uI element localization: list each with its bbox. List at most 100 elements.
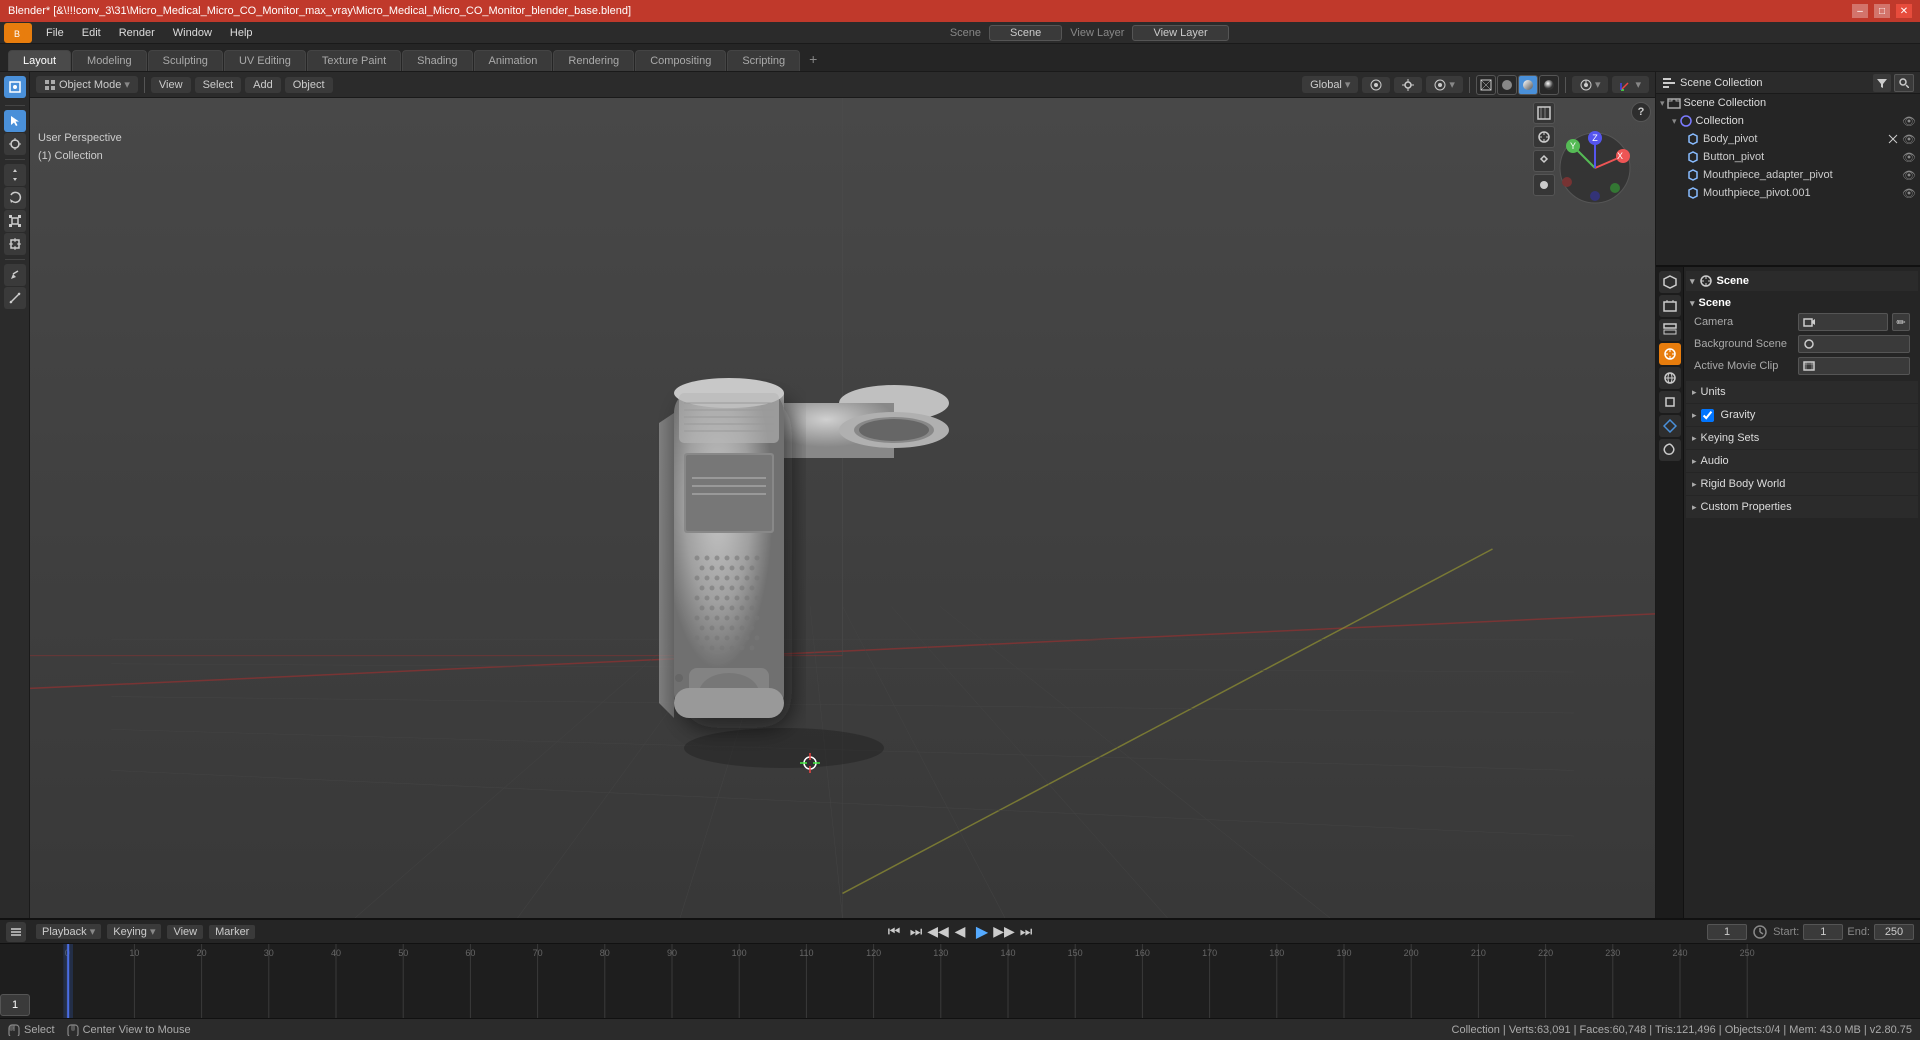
measure-tool-btn[interactable] <box>4 287 26 309</box>
modifier-props-tab[interactable] <box>1659 415 1681 437</box>
minimize-button[interactable]: – <box>1852 4 1868 18</box>
vp-tool-4[interactable] <box>1533 174 1555 196</box>
scale-tool-btn[interactable] <box>4 210 26 232</box>
close-button[interactable]: ✕ <box>1896 4 1912 18</box>
current-frame-input[interactable]: 1 <box>1707 924 1747 940</box>
view-layer-selector[interactable]: View Layer <box>1132 25 1228 41</box>
menu-render[interactable]: Render <box>111 25 163 41</box>
output-props-tab[interactable] <box>1659 295 1681 317</box>
step-forward-btn[interactable]: ▶▶ <box>994 923 1014 941</box>
tab-modeling[interactable]: Modeling <box>72 50 147 71</box>
rendered-shade-btn[interactable] <box>1539 75 1559 95</box>
vp-menu-view[interactable]: View <box>151 77 191 93</box>
go-to-end-btn[interactable]: ⏭ <box>1016 923 1036 941</box>
timeline-menu-btn[interactable] <box>6 922 26 942</box>
keying-menu[interactable]: Keying ▾ <box>107 924 161 939</box>
play-pause-btn[interactable]: ▶ <box>972 923 992 941</box>
vp-menu-object[interactable]: Object <box>285 77 333 93</box>
gizmos-btn[interactable]: ▾ <box>1612 76 1649 93</box>
rigid-body-world-section-header[interactable]: ▸ Rigid Body World <box>1686 473 1918 495</box>
collection-visibility-icon[interactable]: 👁 <box>1902 115 1916 128</box>
timeline-current-frame[interactable]: 1 <box>0 994 30 1016</box>
jump-back-btn[interactable]: ◀◀ <box>928 923 948 941</box>
vp-tool-3[interactable] <box>1533 150 1555 172</box>
playback-menu[interactable]: Playback ▾ <box>36 924 101 939</box>
camera-edit-btn[interactable]: ✏ <box>1892 313 1910 331</box>
vp-tool-2[interactable] <box>1533 126 1555 148</box>
menu-help[interactable]: Help <box>222 25 261 41</box>
pivot-btn[interactable] <box>1362 77 1390 93</box>
maximize-button[interactable]: □ <box>1874 4 1890 18</box>
object-mode-selector[interactable]: Object Mode ▾ <box>36 76 138 93</box>
vp-tool-1[interactable] <box>1533 102 1555 124</box>
timeline-ruler[interactable]: 0 10 20 30 40 50 60 70 80 90 1 <box>0 944 1920 1018</box>
wireframe-shade-btn[interactable] <box>1476 75 1496 95</box>
select-tool-btn[interactable] <box>4 110 26 132</box>
proportional-btn[interactable]: ▾ <box>1426 76 1463 93</box>
tab-layout[interactable]: Layout <box>8 50 71 71</box>
tab-scripting[interactable]: Scripting <box>727 50 800 71</box>
view-layer-props-tab[interactable] <box>1659 319 1681 341</box>
active-movie-clip-selector[interactable] <box>1798 357 1910 375</box>
help-button[interactable]: ? <box>1631 102 1651 122</box>
vp-menu-select[interactable]: Select <box>195 77 242 93</box>
marker-menu[interactable]: Marker <box>209 925 255 939</box>
viewport-canvas[interactable]: User Perspective (1) Collection X <box>30 98 1655 918</box>
physics-props-tab[interactable] <box>1659 439 1681 461</box>
outliner-item-body-pivot[interactable]: Body_pivot 👁 <box>1656 130 1920 148</box>
tab-texture-paint[interactable]: Texture Paint <box>307 50 401 71</box>
mode-icon[interactable] <box>4 76 26 98</box>
scene-selector[interactable]: Scene <box>989 25 1062 41</box>
view-menu[interactable]: View <box>167 925 203 939</box>
scene-props-tab[interactable] <box>1659 343 1681 365</box>
gravity-checkbox[interactable] <box>1701 409 1714 422</box>
move-tool-btn[interactable] <box>4 164 26 186</box>
outliner-filter-btn[interactable] <box>1873 74 1891 92</box>
tab-compositing[interactable]: Compositing <box>635 50 726 71</box>
gravity-section-header[interactable]: ▸ Gravity <box>1686 404 1918 426</box>
outliner-item-mouthpiece-pivot[interactable]: Mouthpiece_pivot.001 👁 <box>1656 184 1920 202</box>
object-props-tab[interactable] <box>1659 391 1681 413</box>
menu-edit[interactable]: Edit <box>74 25 109 41</box>
mouthpiece-pivot-vis-icon[interactable]: 👁 <box>1902 187 1916 200</box>
menu-file[interactable]: File <box>38 25 72 41</box>
tab-sculpting[interactable]: Sculpting <box>148 50 223 71</box>
blender-logo[interactable]: B <box>4 23 32 43</box>
go-to-start-btn[interactable]: ⏮ <box>884 923 904 941</box>
tab-animation[interactable]: Animation <box>474 50 553 71</box>
mouthpiece-adapter-vis-icon[interactable]: 👁 <box>1902 169 1916 182</box>
custom-properties-section-header[interactable]: ▸ Custom Properties <box>1686 496 1918 518</box>
annotate-tool-btn[interactable] <box>4 264 26 286</box>
cursor-tool-btn[interactable] <box>4 133 26 155</box>
outliner-item-scene-collection[interactable]: ▾ Scene Collection <box>1656 94 1920 112</box>
add-workspace-button[interactable]: + <box>801 47 825 71</box>
outliner-search-btn[interactable] <box>1894 74 1914 92</box>
overlays-btn[interactable]: ▾ <box>1572 76 1609 93</box>
rotate-tool-btn[interactable] <box>4 187 26 209</box>
units-section-header[interactable]: ▸ Units <box>1686 381 1918 403</box>
lookdev-shade-btn[interactable] <box>1518 75 1538 95</box>
outliner-item-collection[interactable]: ▾ Collection 👁 <box>1656 112 1920 130</box>
clock-icon[interactable] <box>1751 923 1769 941</box>
step-back-btn[interactable]: ⏭ <box>906 923 926 941</box>
nav-gizmo[interactable]: X Y Z <box>1555 128 1635 208</box>
tab-uv-editing[interactable]: UV Editing <box>224 50 306 71</box>
scene-section-header[interactable]: ▾ Scene <box>1686 271 1918 291</box>
menu-window[interactable]: Window <box>165 25 220 41</box>
world-props-tab[interactable] <box>1659 367 1681 389</box>
background-scene-selector[interactable] <box>1798 335 1910 353</box>
body-pivot-vis-icon[interactable]: 👁 <box>1902 133 1916 146</box>
start-frame-input[interactable]: 1 <box>1803 924 1843 940</box>
global-selector[interactable]: Global ▾ <box>1302 76 1358 93</box>
end-frame-input[interactable]: 250 <box>1874 924 1914 940</box>
solid-shade-btn[interactable] <box>1497 75 1517 95</box>
scene-sub-header[interactable]: ▾ Scene <box>1690 295 1914 311</box>
snap-btn[interactable] <box>1394 77 1422 93</box>
transform-tool-btn[interactable] <box>4 233 26 255</box>
render-props-tab[interactable] <box>1659 271 1681 293</box>
vp-menu-add[interactable]: Add <box>245 77 281 93</box>
camera-selector[interactable] <box>1798 313 1888 331</box>
tab-rendering[interactable]: Rendering <box>553 50 634 71</box>
outliner-item-mouthpiece-adapter[interactable]: Mouthpiece_adapter_pivot 👁 <box>1656 166 1920 184</box>
audio-section-header[interactable]: ▸ Audio <box>1686 450 1918 472</box>
